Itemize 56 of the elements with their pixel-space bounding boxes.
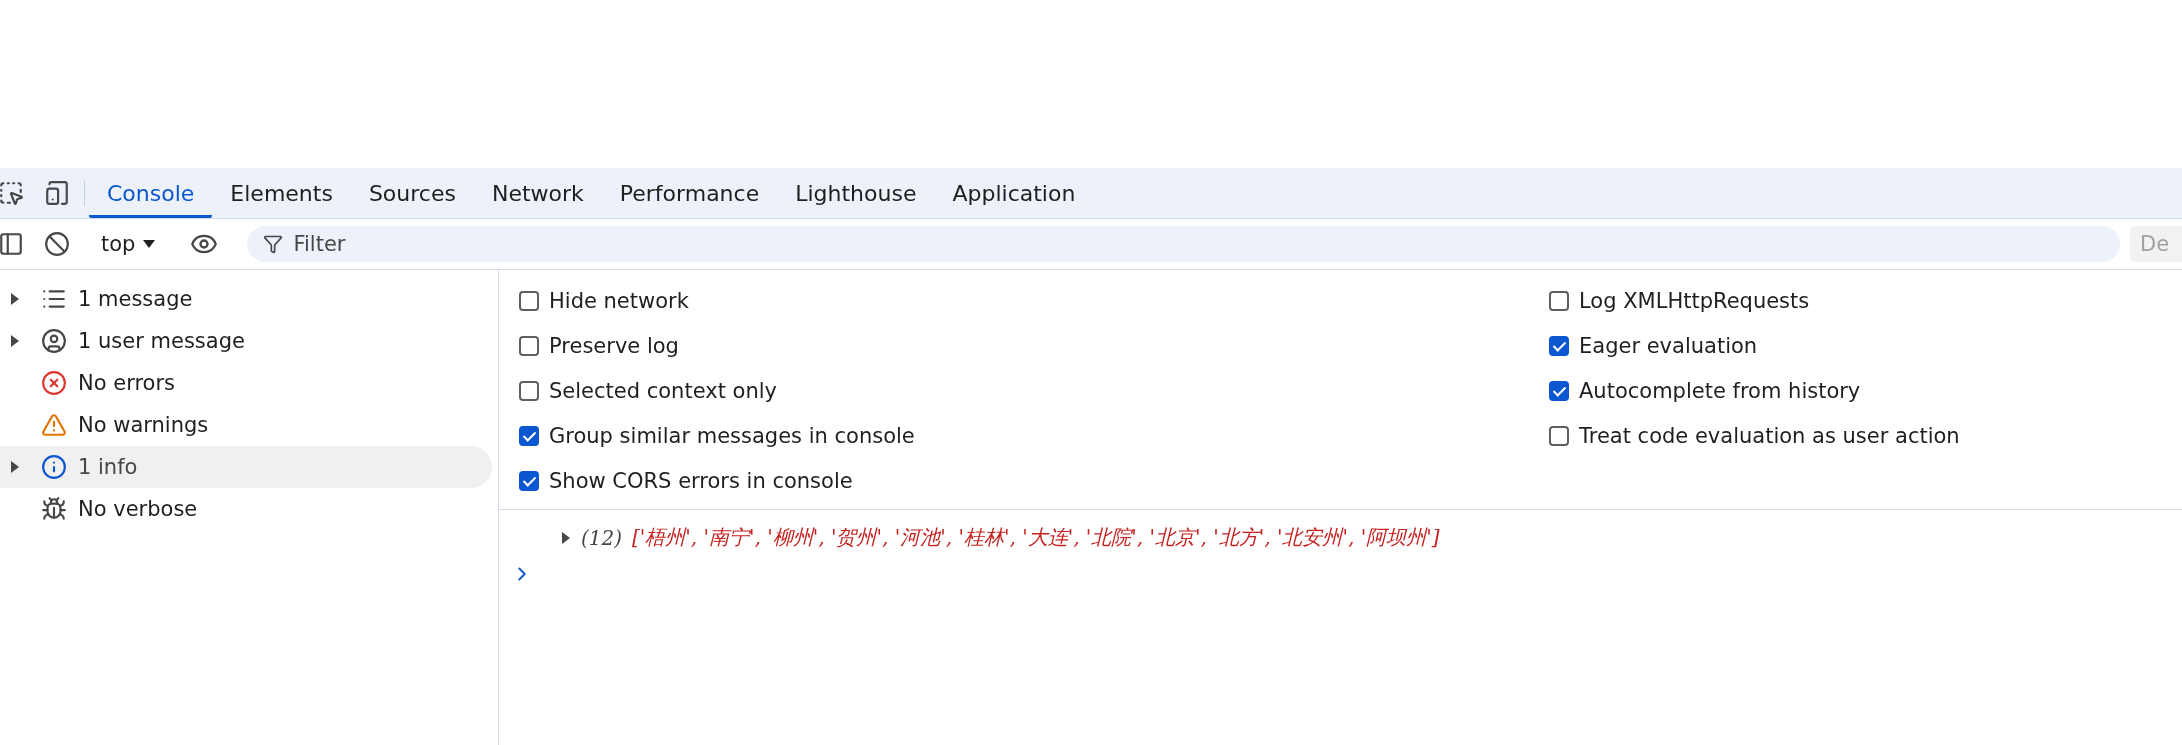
- checkbox[interactable]: [519, 335, 539, 356]
- checkbox-label: Group similar messages in console: [549, 423, 915, 448]
- sidebar-item[interactable]: 1 user message: [0, 320, 492, 362]
- checkbox[interactable]: [1549, 425, 1569, 446]
- expand-arrow-icon[interactable]: [10, 335, 20, 347]
- checkbox-label: Preserve log: [549, 333, 679, 358]
- filter-field[interactable]: Filter: [247, 226, 2120, 262]
- checkbox-label: Hide network: [549, 288, 689, 313]
- sidebar-item-label: 1 info: [78, 455, 138, 479]
- checkbox[interactable]: [519, 290, 539, 311]
- tab[interactable]: Lighthouse: [777, 171, 935, 218]
- sidebar-item-label: 1 user message: [78, 329, 245, 353]
- tab[interactable]: Elements: [212, 171, 351, 218]
- clear-icon[interactable]: [44, 231, 70, 257]
- checkbox[interactable]: [519, 470, 539, 491]
- sidebar-item-label: No warnings: [78, 413, 209, 437]
- sidebar-item-label: 1 message: [78, 287, 193, 311]
- checkbox[interactable]: [1549, 335, 1569, 356]
- tab[interactable]: Application: [934, 171, 1094, 218]
- array-length: (12): [581, 525, 623, 550]
- inspect-icon[interactable]: [0, 180, 24, 206]
- context-selector[interactable]: top: [89, 232, 172, 256]
- sidebar-item-label: No errors: [78, 371, 175, 395]
- sidebar-item[interactable]: 1 info: [0, 446, 492, 488]
- checkbox[interactable]: [1549, 380, 1569, 401]
- bug-icon: [41, 496, 67, 522]
- array-value: ['梧州', '南宁', '柳州', '贺州', '河池', '桂林', '大连', '北院', '北京', '北方', '北安州', '阿坝州']: [632, 524, 1440, 551]
- checkbox-label: Selected context only: [549, 378, 777, 403]
- expand-arrow-icon[interactable]: [10, 293, 20, 305]
- checkbox-label: Treat code evaluation as user action: [1579, 423, 1960, 448]
- user-icon: [41, 328, 67, 354]
- sidebar-item-label: No verbose: [78, 497, 198, 521]
- checkbox-label: Autocomplete from history: [1579, 378, 1861, 403]
- error-icon: [41, 370, 67, 396]
- tab[interactable]: Console: [89, 171, 213, 218]
- tab[interactable]: Sources: [350, 171, 474, 218]
- device-icon[interactable]: [44, 180, 70, 206]
- sidebar-item[interactable]: No errors: [0, 362, 492, 404]
- sidebar-item[interactable]: 1 message: [0, 278, 492, 320]
- checkbox-label: Show CORS errors in console: [549, 468, 853, 493]
- expand-arrow-icon[interactable]: [10, 461, 20, 473]
- sidebar-item[interactable]: No warnings: [0, 404, 492, 446]
- checkbox[interactable]: [1549, 290, 1569, 311]
- warning-icon: [41, 412, 67, 438]
- caret-icon: [143, 240, 156, 248]
- expand-arrow-icon[interactable]: [561, 531, 571, 544]
- checkbox-label: Log XMLHttpRequests: [1579, 288, 1810, 313]
- checkbox-label: Eager evaluation: [1579, 333, 1758, 358]
- tab[interactable]: Network: [473, 171, 602, 218]
- sidebar-toggle-icon[interactable]: [0, 231, 24, 257]
- checkbox[interactable]: [519, 425, 539, 446]
- sidebar-item[interactable]: No verbose: [0, 488, 492, 530]
- filter-icon: [263, 234, 284, 254]
- checkbox[interactable]: [519, 380, 539, 401]
- info-icon: [41, 454, 67, 480]
- tab[interactable]: Performance: [601, 171, 778, 218]
